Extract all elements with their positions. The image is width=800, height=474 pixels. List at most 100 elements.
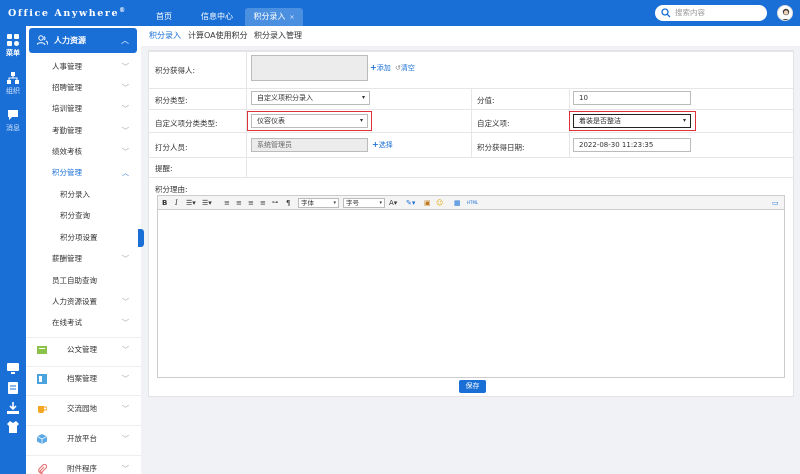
sidebar-group-label: 公文管理 [67, 345, 97, 354]
search-placeholder: 搜索内容 [675, 8, 705, 17]
rail-msg-label: 消息 [6, 124, 20, 132]
subtab-points-entry[interactable]: 积分录入 [149, 26, 181, 46]
sidebar-header-hr[interactable]: 人力资源 ︿ [29, 28, 137, 53]
chevron-down-icon: ﹀ [122, 298, 129, 306]
sidebar-item-salary[interactable]: 薪酬管理 ﹀ [26, 251, 141, 267]
points-type-select[interactable]: 自定义项积分录入 ▾ [251, 91, 370, 105]
chevron-down-icon: ﹀ [122, 105, 129, 113]
date-input[interactable]: 2022-08-30 11:23:35 [573, 138, 691, 152]
chevron-down-icon: ▾ [359, 117, 363, 124]
reason-label: 积分理由: [155, 185, 188, 194]
clear-label: 清空 [400, 64, 415, 72]
left-rail: 菜单 组织 消息 ON [0, 26, 26, 474]
sidebar-item-label: 招聘管理 [52, 83, 82, 92]
search-input[interactable]: 搜索内容 [655, 5, 767, 21]
sidebar-item-points-settings[interactable]: 积分项设置 [26, 230, 141, 246]
sidebar-item-performance[interactable]: 绩效考核 ﹀ [26, 144, 141, 160]
tab-label: 信息中心 [201, 12, 233, 21]
rich-text-editor[interactable]: B I ☰▾ ☰▾ ≡ ≡ ≡ ≡ ⊶ ¶ 字体 ▾ 字号 ▾ A▾ ✎▾ ▣ ☺ … [157, 195, 785, 378]
chevron-up-icon: ︿ [121, 36, 129, 45]
html-source-icon[interactable]: HTML [467, 198, 478, 208]
score-input[interactable]: 10 [573, 91, 691, 105]
sidebar-item-hr-settings[interactable]: 人力资源设置 ﹀ [26, 294, 141, 310]
link-icon[interactable]: ⊶ [272, 198, 278, 208]
chevron-down-icon: ﹀ [122, 148, 129, 156]
fullscreen-icon[interactable]: ▭ [772, 198, 779, 208]
sidebar-group-label: 档案管理 [67, 374, 97, 383]
rail-messages[interactable]: 消息 [0, 109, 26, 133]
people-icon [37, 35, 48, 46]
points-type-value: 自定义项积分录入 [257, 94, 313, 102]
sidebar-item-personnel[interactable]: 人事管理 ﹀ [26, 59, 141, 75]
font-family-select[interactable]: 字体 ▾ [298, 198, 339, 208]
add-recipient-link[interactable]: +添加 [370, 63, 391, 73]
entered-by-input[interactable]: 系统管理员 [251, 138, 368, 152]
sidebar-item-attendance[interactable]: 考勤管理 ﹀ [26, 123, 141, 139]
highlight-color-icon[interactable]: ✎▾ [406, 198, 415, 208]
tab-home[interactable]: 首页 [148, 8, 180, 26]
font-select-value: 字体 [301, 199, 314, 207]
clear-recipient-link[interactable]: ↺清空 [395, 63, 415, 73]
tab-label: 积分录入 [253, 12, 286, 21]
sidebar-item-recruit[interactable]: 招聘管理 ﹀ [26, 80, 141, 96]
save-button[interactable]: 保存 [459, 380, 486, 393]
sidebar-divider [26, 337, 141, 338]
rail-org[interactable]: 组织 [0, 72, 26, 96]
folder-icon [37, 346, 47, 354]
tab-points-entry[interactable]: 积分录入 × [245, 8, 303, 26]
subtab-points-management[interactable]: 积分录入管理 [254, 26, 302, 46]
custom-category-select[interactable]: 仪容仪表 ▾ [251, 114, 368, 128]
sidebar-group-archives[interactable]: 档案管理 ﹀ [26, 371, 141, 387]
sidebar-item-points[interactable]: 积分管理 ︿ [26, 165, 141, 181]
tab-close-icon[interactable]: × [289, 14, 294, 21]
size-select-value: 字号 [346, 199, 359, 207]
sidebar-group-community[interactable]: 交流园地 ﹀ [26, 401, 141, 417]
format-icon[interactable]: ¶ [286, 198, 290, 208]
sidebar-item-points-query[interactable]: 积分查询 [26, 208, 141, 224]
italic-icon[interactable]: I [175, 198, 178, 208]
sidebar-item-self-service[interactable]: 员工自助查询 [26, 273, 141, 289]
shirt-icon[interactable] [7, 421, 19, 433]
sidebar-item-label: 积分项设置 [60, 233, 98, 242]
sidebar-item-online-exam[interactable]: 在线考试 ﹀ [26, 315, 141, 331]
select-person-link[interactable]: +选择 [372, 140, 393, 150]
sidebar-item-training[interactable]: 培训管理 ﹀ [26, 101, 141, 117]
ordered-list-icon[interactable]: ☰▾ [186, 198, 196, 208]
sidebar-collapse-handle[interactable] [138, 229, 144, 247]
table-icon[interactable]: ▦ [454, 198, 461, 208]
subtab-oa-usage-points[interactable]: 计算OA使用积分 [188, 26, 248, 46]
entered-by-label: 打分人员: [155, 143, 188, 152]
download-icon[interactable] [7, 402, 19, 414]
monitor-icon[interactable] [7, 362, 19, 374]
align-center-icon[interactable]: ≡ [236, 198, 242, 208]
bullet-list-icon[interactable]: ☰▾ [202, 198, 212, 208]
recipient-textarea[interactable] [251, 55, 368, 81]
score-label: 分值: [477, 96, 495, 105]
align-justify-icon[interactable]: ≡ [260, 198, 266, 208]
tab-info-center[interactable]: 信息中心 [194, 8, 240, 26]
select-label: 选择 [378, 141, 393, 149]
sidebar-item-label: 考勤管理 [52, 126, 82, 135]
align-right-icon[interactable]: ≡ [248, 198, 254, 208]
chevron-down-icon: ﹀ [122, 127, 129, 135]
sidebar-item-points-entry[interactable]: 积分录入 [26, 187, 141, 203]
bold-icon[interactable]: B [162, 198, 167, 208]
emoticon-icon[interactable]: ☺ [436, 198, 443, 208]
chevron-down-icon: ▾ [379, 200, 382, 206]
user-avatar[interactable] [777, 5, 793, 21]
chevron-down-icon: ﹀ [122, 375, 129, 383]
sidebar-group-open-platform[interactable]: 开放平台 ﹀ [26, 431, 141, 447]
top-bar: Office Anywhere® 首页 信息中心 积分录入 × 搜索内容 [0, 0, 800, 26]
document-icon[interactable] [7, 382, 19, 394]
align-left-icon[interactable]: ≡ [224, 198, 230, 208]
custom-item-select[interactable]: 着装是否整洁 ▾ [573, 114, 691, 128]
font-size-select[interactable]: 字号 ▾ [343, 198, 385, 208]
image-icon[interactable]: ▣ [424, 198, 431, 208]
sidebar-group-documents[interactable]: 公文管理 ﹀ [26, 342, 141, 358]
editor-toolbar: B I ☰▾ ☰▾ ≡ ≡ ≡ ≡ ⊶ ¶ 字体 ▾ 字号 ▾ A▾ ✎▾ ▣ ☺ … [158, 196, 784, 210]
message-icon [8, 110, 18, 120]
font-color-icon[interactable]: A▾ [389, 198, 397, 208]
sidebar-group-attachments[interactable]: 附件程序 ﹀ [26, 461, 141, 474]
app-logo[interactable]: Office Anywhere® [8, 7, 127, 19]
rail-menu[interactable]: 菜单 [0, 34, 26, 58]
